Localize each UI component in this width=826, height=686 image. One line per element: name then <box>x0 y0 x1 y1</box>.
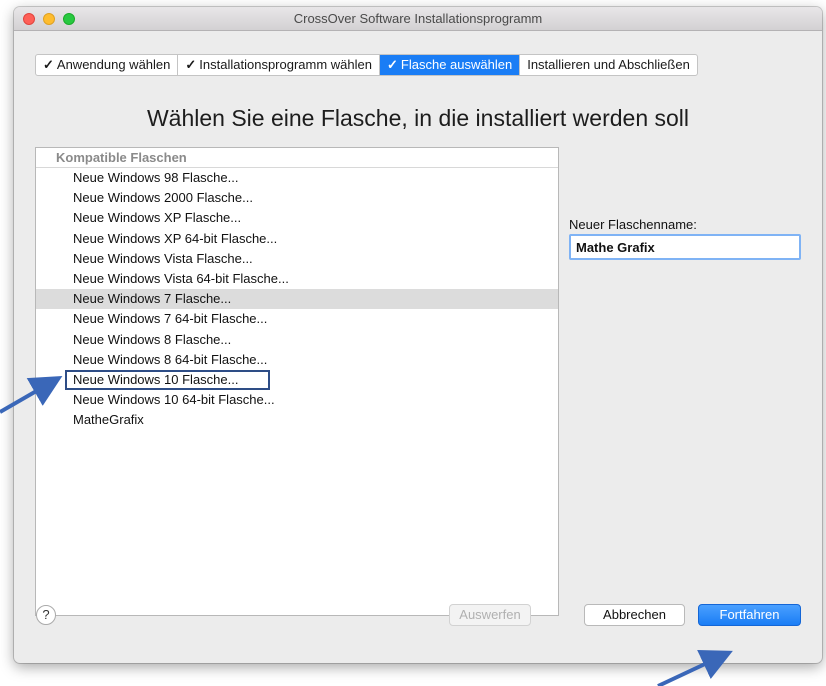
highlight-box: Neue Windows 10 Flasche... <box>65 369 271 390</box>
continue-button[interactable]: Fortfahren <box>698 604 801 626</box>
step-installationsprogramm-waehlen[interactable]: ✓ Installationsprogramm wählen <box>178 55 380 75</box>
list-item[interactable]: MatheGrafix <box>36 410 558 430</box>
step-installieren-abschliessen[interactable]: Installieren und Abschließen <box>520 55 697 75</box>
step-label: Flasche auswählen <box>400 57 513 72</box>
step-anwendung-waehlen[interactable]: ✓ Anwendung wählen <box>36 55 179 75</box>
list-item[interactable]: Neue Windows 7 64-bit Flasche... <box>36 309 558 329</box>
list-item[interactable]: Neue Windows XP 64-bit Flasche... <box>36 229 558 249</box>
eject-button[interactable]: Auswerfen <box>449 604 531 626</box>
step-label: Installationsprogramm wählen <box>199 57 372 72</box>
list-item[interactable]: Neue Windows 98 Flasche... <box>36 168 558 188</box>
title-bar: CrossOver Software Installationsprogramm <box>14 7 822 31</box>
list-item[interactable]: Neue Windows Vista 64-bit Flasche... <box>36 269 558 289</box>
installer-window: CrossOver Software Installationsprogramm… <box>14 7 822 663</box>
list-item-selected[interactable]: Neue Windows 7 Flasche... <box>36 289 558 310</box>
wizard-steps: ✓ Anwendung wählen ✓ Installationsprogramm… <box>35 54 698 76</box>
page-heading: Wählen Sie eine Flasche, in die installi… <box>146 105 690 131</box>
bottle-name-input[interactable] <box>569 234 801 260</box>
step-label: Anwendung wählen <box>56 57 171 72</box>
list-header: Kompatible Flaschen <box>36 148 558 168</box>
list-item[interactable]: Neue Windows 8 Flasche... <box>36 330 558 350</box>
bottle-name-label: Neuer Flaschenname: <box>569 217 697 232</box>
window-title: CrossOver Software Installationsprogramm <box>293 11 543 26</box>
list-item[interactable]: Neue Windows 2000 Flasche... <box>36 188 558 208</box>
list-item[interactable]: Neue Windows XP Flasche... <box>36 208 558 228</box>
step-label: Installieren und Abschließen <box>527 57 690 72</box>
help-icon[interactable]: ? <box>36 605 56 625</box>
step-flasche-auswaehlen[interactable]: ✓ Flasche auswählen <box>380 55 521 75</box>
bottle-list[interactable]: Kompatible Flaschen Neue Windows 98 Flas… <box>35 147 559 616</box>
list-item[interactable]: Neue Windows 10 64-bit Flasche... <box>36 390 558 410</box>
checkmark-icon: ✓ <box>43 57 54 72</box>
list-item-highlighted[interactable]: Neue Windows 10 Flasche... <box>36 369 558 390</box>
list-item[interactable]: Neue Windows 8 64-bit Flasche... <box>36 350 558 370</box>
cancel-button[interactable]: Abbrechen <box>584 604 685 626</box>
checkmark-icon: ✓ <box>185 57 197 72</box>
list-item[interactable]: Neue Windows Vista Flasche... <box>36 249 558 269</box>
checkmark-icon: ✓ <box>387 57 398 72</box>
